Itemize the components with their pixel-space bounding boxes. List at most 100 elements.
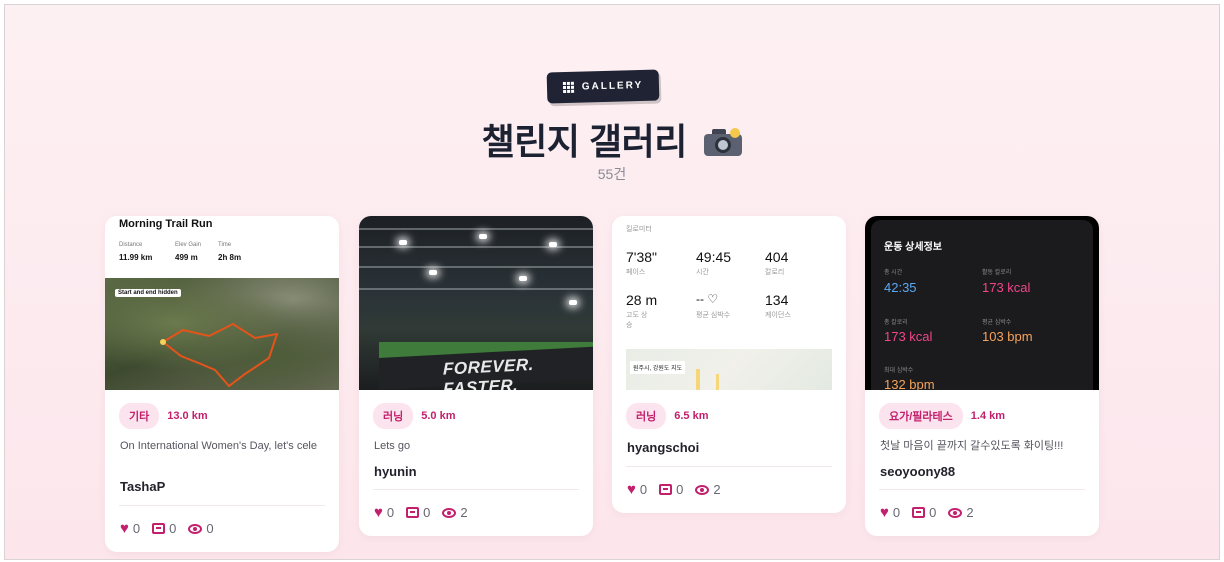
- like-stat[interactable]: ♥ 0: [627, 482, 647, 497]
- card-stats: ♥ 0 0 0: [120, 521, 214, 536]
- like-stat[interactable]: ♥ 0: [880, 505, 900, 520]
- heart-icon[interactable]: ♥: [627, 482, 636, 497]
- distance: 6.5 km: [674, 410, 709, 422]
- comment-icon[interactable]: [659, 484, 673, 495]
- comment-stat[interactable]: 0: [659, 482, 683, 497]
- page-title-text: 챌린지 갤러리: [481, 121, 688, 162]
- comment-icon[interactable]: [406, 507, 420, 518]
- like-count: 0: [892, 505, 901, 520]
- metric-label: 시간: [696, 269, 709, 276]
- card-stats: ♥ 0 0 2: [627, 482, 721, 497]
- like-count: 0: [386, 505, 395, 520]
- like-count: 0: [132, 521, 141, 536]
- metric-value: 42:35: [884, 280, 917, 295]
- metric-label: 총 칼로리: [884, 320, 908, 326]
- category-tag: 러닝: [626, 403, 667, 429]
- gallery-card[interactable]: 운동 상세정보 총 시간 42:35 활동 칼로리 173 kcal 총 칼로리…: [865, 216, 1099, 536]
- metric-value: -- ♡: [696, 292, 719, 306]
- divider: [373, 489, 579, 490]
- card-username[interactable]: hyunin: [374, 464, 417, 479]
- distance: 5.0 km: [421, 410, 456, 422]
- view-count: 2: [460, 505, 468, 520]
- gallery-card[interactable]: 킬로미터 7'38" 페이스 49:45 시간 404 칼로리 28 m 고도 …: [612, 216, 846, 513]
- card-thumbnail[interactable]: FOREVER. FASTER.: [359, 216, 593, 390]
- like-stat[interactable]: ♥ 0: [120, 521, 140, 536]
- view-count: 0: [206, 521, 214, 536]
- metric-label: 최대 심박수: [884, 368, 914, 374]
- like-stat[interactable]: ♥ 0: [374, 505, 394, 520]
- card-thumbnail[interactable]: 킬로미터 7'38" 페이스 49:45 시간 404 칼로리 28 m 고도 …: [612, 216, 846, 390]
- metric-label: 평균 심박수: [982, 320, 1012, 326]
- activity-title: Morning Trail Run: [119, 218, 213, 230]
- card-thumbnail[interactable]: 운동 상세정보 총 시간 42:35 활동 칼로리 173 kcal 총 칼로리…: [865, 216, 1099, 390]
- card-username[interactable]: hyangschoi: [627, 440, 699, 455]
- gallery-badge-label: GALLERY: [581, 79, 644, 93]
- page-title: 챌린지 갤러리: [5, 113, 1219, 165]
- metric-value: 49:45: [696, 249, 732, 265]
- heart-icon[interactable]: ♥: [374, 505, 383, 520]
- view-count: 2: [966, 505, 974, 520]
- eye-icon: [695, 484, 710, 495]
- eye-icon: [188, 523, 203, 534]
- view-stat: 2: [695, 482, 721, 497]
- metric-value: 173 kcal: [982, 280, 1031, 295]
- thumb-header: 킬로미터: [626, 226, 652, 233]
- category-tag: 기타: [119, 403, 160, 429]
- distance: 13.0 km: [167, 410, 208, 422]
- divider: [879, 489, 1085, 490]
- map-label: Start and end hidden: [115, 289, 181, 297]
- metric-label: 칼로리: [765, 269, 785, 276]
- stat-label: Time: [218, 242, 232, 248]
- view-stat: 0: [188, 521, 214, 536]
- stat-value: 11.99 km: [119, 253, 153, 262]
- card-stats: ♥ 0 0 2: [880, 505, 974, 520]
- stat-label: Elev Gain: [175, 242, 202, 248]
- distance: 1.4 km: [970, 410, 1006, 422]
- metric-value: 132 bpm: [884, 377, 935, 390]
- eye-icon: [442, 507, 457, 518]
- metric-value: 7'38": [626, 249, 658, 265]
- item-count: 55건: [597, 166, 627, 182]
- metric-value: 404: [765, 249, 789, 265]
- comment-icon[interactable]: [152, 523, 166, 534]
- comment-stat[interactable]: 0: [912, 505, 936, 520]
- view-count: 2: [713, 482, 721, 497]
- like-count: 0: [639, 482, 648, 497]
- card-tags: 기타 13.0 km: [119, 403, 208, 429]
- stat-value: 499 m: [175, 253, 198, 262]
- gallery-page: GALLERY 챌린지 갤러리 55건 Morning Trail Run Di…: [4, 4, 1220, 560]
- camera-icon: [704, 128, 743, 156]
- gallery-card[interactable]: Morning Trail Run Distance 11.99 km Elev…: [105, 216, 339, 552]
- comment-stat[interactable]: 0: [152, 521, 176, 536]
- grid-icon: [562, 81, 574, 94]
- card-username[interactable]: TashaP: [120, 479, 165, 494]
- stat-label: Distance: [119, 242, 143, 248]
- metric-label: 총 시간: [884, 270, 903, 276]
- view-stat: 2: [442, 505, 468, 520]
- card-username[interactable]: seoyoony88: [880, 464, 955, 479]
- comment-stat[interactable]: 0: [406, 505, 430, 520]
- card-stats: ♥ 0 0 2: [374, 505, 468, 520]
- gallery-card[interactable]: FOREVER. FASTER. 러닝 5.0 km Lets go hyuni…: [359, 216, 593, 536]
- metric-label: 활동 칼로리: [982, 270, 1012, 276]
- metric-value: 134: [765, 292, 789, 308]
- gallery-badge: GALLERY: [546, 69, 660, 104]
- stat-value: 2h 8m: [218, 253, 242, 262]
- heart-icon[interactable]: ♥: [880, 505, 889, 520]
- divider: [626, 466, 832, 467]
- category-tag: 요가/필라테스: [879, 403, 963, 429]
- thumb-header: 운동 상세정보: [884, 242, 942, 253]
- comment-count: 0: [676, 482, 684, 497]
- comment-count: 0: [423, 505, 431, 520]
- card-description: 첫날 마음이 끝까지 갈수있도록 화이팅!!!: [880, 440, 1064, 452]
- heart-icon[interactable]: ♥: [120, 521, 129, 536]
- comment-count: 0: [169, 521, 177, 536]
- metric-label: 페이스: [626, 269, 646, 276]
- card-tags: 요가/필라테스 1.4 km: [879, 403, 1005, 429]
- metric-label: 평균 심박수: [696, 312, 731, 319]
- view-stat: 2: [948, 505, 974, 520]
- metric-value: 173 kcal: [884, 329, 933, 344]
- comment-icon[interactable]: [912, 507, 926, 518]
- metric-value: 103 bpm: [982, 329, 1033, 344]
- card-thumbnail[interactable]: Morning Trail Run Distance 11.99 km Elev…: [105, 216, 339, 390]
